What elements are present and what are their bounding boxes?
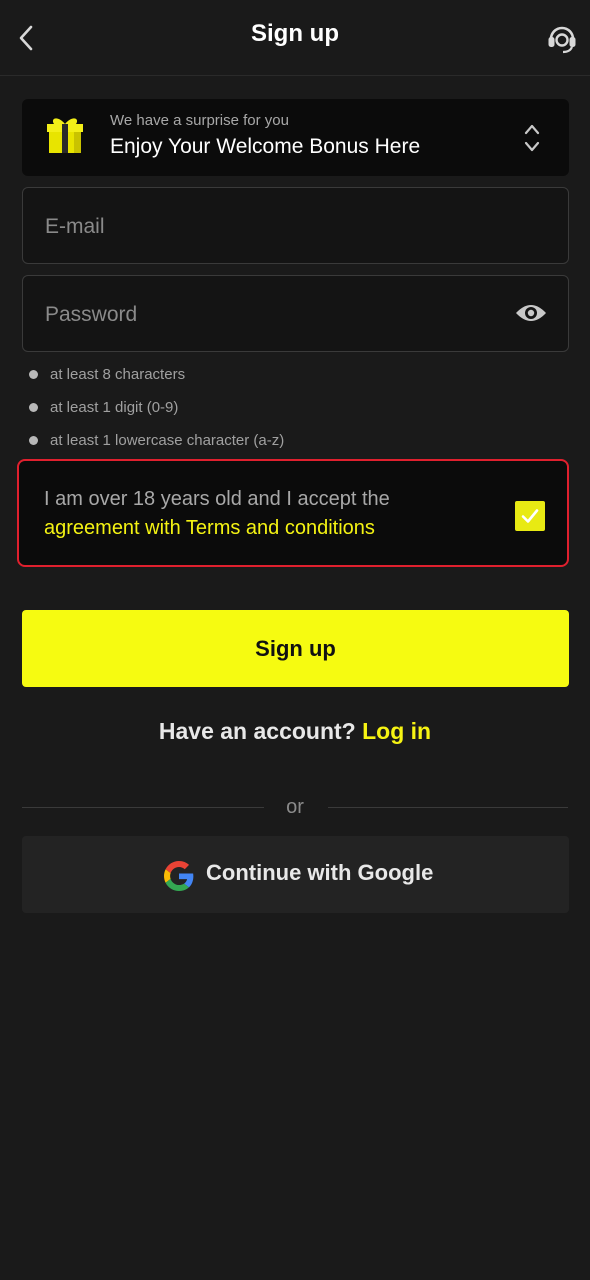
page-title: Sign up xyxy=(251,20,339,47)
google-icon xyxy=(164,861,194,891)
eye-icon xyxy=(516,305,546,321)
email-field-container xyxy=(22,187,569,265)
login-prompt-text: Have an account? xyxy=(158,718,356,744)
password-rule: at least 1 lowercase character (a-z) xyxy=(28,428,284,461)
chevron-up-down-icon xyxy=(524,124,540,152)
headset-icon xyxy=(548,26,576,54)
password-rule-text: at least 1 digit (0-9) xyxy=(50,399,179,416)
password-rule-text: at least 8 characters xyxy=(50,366,186,383)
password-field[interactable] xyxy=(43,276,517,353)
terms-agreement: I am over 18 years old and I accept the … xyxy=(17,459,569,567)
login-prompt: Have an account? Log in xyxy=(0,718,590,745)
password-rule-text: at least 1 lowercase character (a-z) xyxy=(50,432,285,449)
bonus-subtitle: We have a surprise for you xyxy=(110,112,289,129)
bonus-title: Enjoy Your Welcome Bonus Here xyxy=(110,135,421,158)
bullet-icon xyxy=(29,436,38,445)
app-header: Sign up xyxy=(0,0,590,76)
password-rules: at least 8 characters at least 1 digit (… xyxy=(28,362,284,461)
password-rule: at least 8 characters xyxy=(28,362,284,395)
continue-with-google-button[interactable]: Continue with Google xyxy=(22,836,569,913)
checkmark-icon xyxy=(521,509,539,523)
bullet-icon xyxy=(29,403,38,412)
support-button[interactable] xyxy=(544,20,580,56)
google-button-label: Continue with Google xyxy=(206,860,434,885)
email-field[interactable] xyxy=(43,188,517,265)
divider-line xyxy=(328,807,568,808)
gift-icon xyxy=(47,118,83,153)
terms-text: I am over 18 years old and I accept the … xyxy=(44,485,474,543)
terms-statement: I am over 18 years old and I accept the xyxy=(44,488,390,510)
password-rule: at least 1 digit (0-9) xyxy=(28,395,284,428)
password-field-container xyxy=(22,275,569,353)
welcome-bonus-selector[interactable]: We have a surprise for you Enjoy Your We… xyxy=(22,99,569,176)
terms-checkbox[interactable] xyxy=(515,501,545,531)
bullet-icon xyxy=(29,370,38,379)
show-password-button[interactable] xyxy=(514,298,548,328)
login-link[interactable]: Log in xyxy=(362,718,431,744)
sign-up-button[interactable]: Sign up xyxy=(22,610,569,687)
terms-link[interactable]: agreement with Terms and conditions xyxy=(44,517,375,539)
